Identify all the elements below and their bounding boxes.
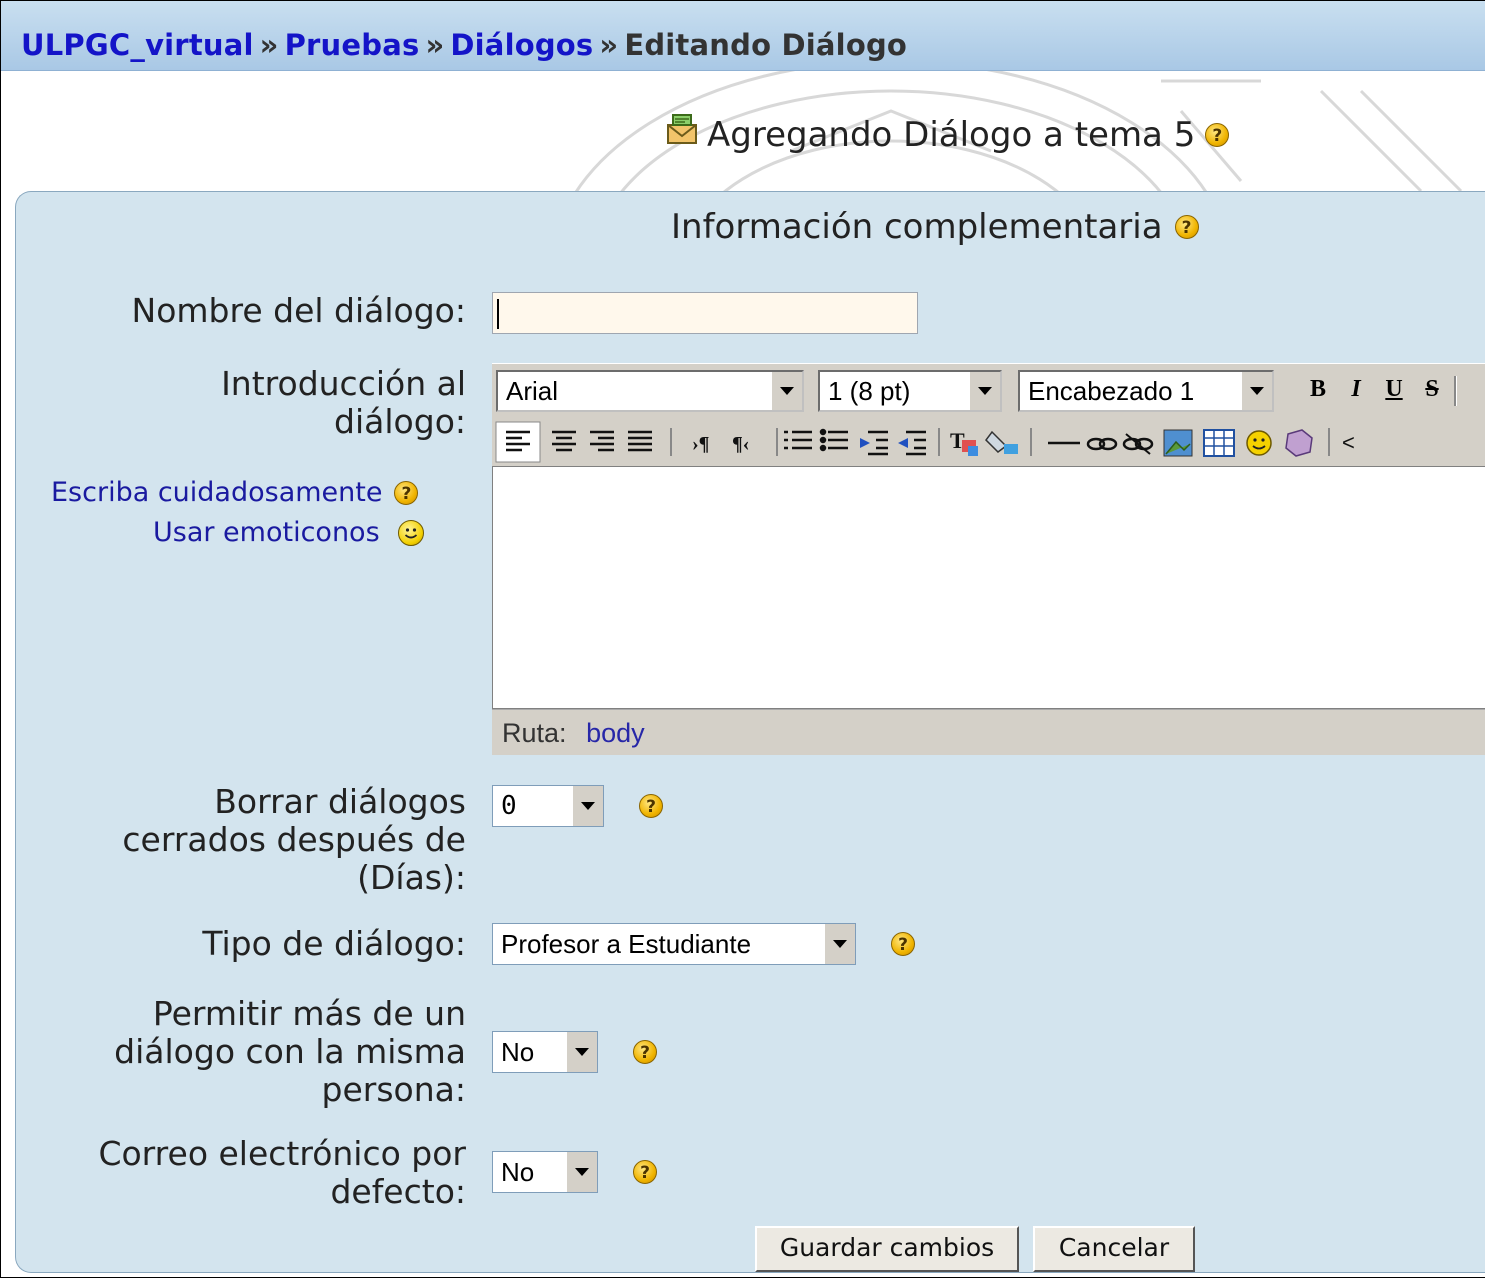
- strikethrough-button[interactable]: S: [1418, 376, 1446, 403]
- default-email-select[interactable]: No: [492, 1151, 598, 1193]
- breadcrumb-separator: »: [259, 28, 279, 62]
- help-icon[interactable]: ?: [633, 1040, 657, 1064]
- toolbar-separator: [1454, 376, 1457, 406]
- use-emoticons-link[interactable]: Usar emoticonos: [153, 517, 424, 548]
- dialogue-module-icon: [665, 113, 699, 156]
- page-frame: ULPGC_virtual» Pruebas» Diálogos» Editando …: [0, 0, 1485, 1278]
- breadcrumb: ULPGC_virtual» Pruebas» Diálogos» Editando …: [21, 28, 907, 62]
- section-title: Información complementaria ?: [671, 207, 1199, 247]
- breadcrumb-current: Editando Diálogo: [624, 28, 908, 62]
- size-select-value: 1 (8 pt): [828, 375, 911, 406]
- underline-button[interactable]: U: [1380, 376, 1408, 403]
- help-icon[interactable]: ?: [394, 480, 419, 505]
- dialogue-type-label: Tipo de diálogo:: [202, 924, 466, 963]
- navbar: ULPGC_virtual» Pruebas» Diálogos» Editando …: [1, 1, 1485, 71]
- page-heading-text: Agregando Diálogo a tema 5: [707, 114, 1196, 155]
- chevron-down-icon[interactable]: [823, 924, 855, 964]
- dialogue-name-input[interactable]: [492, 292, 918, 334]
- smiley-icon[interactable]: [397, 519, 424, 546]
- text-caret: [497, 299, 499, 329]
- intro-editor-area[interactable]: [492, 466, 1485, 709]
- chevron-down-icon[interactable]: [968, 372, 1000, 410]
- chevron-down-icon[interactable]: [571, 786, 603, 826]
- editor-status-bar: Ruta: body: [492, 709, 1485, 755]
- section-title-text: Información complementaria: [671, 207, 1163, 247]
- delete-days-select[interactable]: 0: [492, 785, 604, 827]
- chevron-down-icon[interactable]: [770, 372, 802, 410]
- chevron-down-icon[interactable]: [1240, 372, 1272, 410]
- size-select[interactable]: 1 (8 pt): [818, 370, 1002, 412]
- format-select[interactable]: Encabezado 1: [1018, 370, 1274, 412]
- help-icon[interactable]: ?: [639, 794, 663, 818]
- multiple-dialogues-select[interactable]: No: [492, 1031, 598, 1073]
- status-label: Ruta:: [502, 718, 567, 748]
- default-email-value: No: [501, 1156, 535, 1187]
- help-icon[interactable]: ?: [1205, 122, 1230, 147]
- intro-label: Introducción al diálogo:: [221, 364, 466, 441]
- page-heading: Agregando Diálogo a tema 5 ?: [665, 113, 1230, 156]
- help-icon[interactable]: ?: [633, 1160, 657, 1184]
- format-select-value: Encabezado 1: [1028, 375, 1195, 406]
- write-carefully-link[interactable]: Escriba cuidadosamente ?: [51, 477, 419, 508]
- default-email-label: Correo electrónico por defecto:: [98, 1134, 466, 1211]
- write-carefully-text[interactable]: Escriba cuidadosamente: [51, 477, 382, 508]
- dialogue-type-select[interactable]: Profesor a Estudiante: [492, 923, 856, 965]
- font-select-value: Arial: [506, 375, 559, 406]
- breadcrumb-separator: »: [599, 28, 619, 62]
- help-icon[interactable]: ?: [1174, 215, 1199, 239]
- svg-text:<: <: [1342, 430, 1355, 455]
- multiple-dialogues-label: Permitir más de un diálogo con la misma …: [114, 994, 466, 1109]
- dialogue-type-value: Profesor a Estudiante: [501, 928, 752, 959]
- save-changes-button[interactable]: Guardar cambios: [755, 1226, 1019, 1272]
- breadcrumb-separator: »: [425, 28, 445, 62]
- italic-button[interactable]: I: [1342, 376, 1370, 403]
- breadcrumb-site-link[interactable]: ULPGC_virtual: [21, 28, 254, 62]
- breadcrumb-module-link[interactable]: Diálogos: [450, 28, 593, 62]
- name-label: Nombre del diálogo:: [131, 291, 466, 330]
- chevron-down-icon[interactable]: [565, 1152, 597, 1192]
- delete-closed-label: Borrar diálogos cerrados después de (Día…: [122, 782, 466, 897]
- multiple-dialogues-value: No: [501, 1036, 535, 1067]
- bold-button[interactable]: B: [1304, 376, 1332, 403]
- help-icon[interactable]: ?: [891, 932, 915, 956]
- svg-text:›¶: ›¶: [692, 433, 709, 455]
- svg-text:¶‹: ¶‹: [732, 433, 749, 455]
- cancel-button[interactable]: Cancelar: [1033, 1226, 1195, 1272]
- use-emoticons-text[interactable]: Usar emoticonos: [153, 517, 380, 548]
- status-path-link[interactable]: body: [586, 718, 645, 748]
- editor-toolbar: Arial 1 (8 pt) Encabezado 1 B I U S ›¶ ¶…: [492, 363, 1485, 466]
- font-select[interactable]: Arial: [496, 370, 804, 412]
- chevron-down-icon[interactable]: [565, 1032, 597, 1072]
- breadcrumb-course-link[interactable]: Pruebas: [285, 28, 420, 62]
- delete-days-value: 0: [501, 791, 517, 821]
- toolbar-row-2: ›¶ ¶‹ T <: [495, 421, 1355, 463]
